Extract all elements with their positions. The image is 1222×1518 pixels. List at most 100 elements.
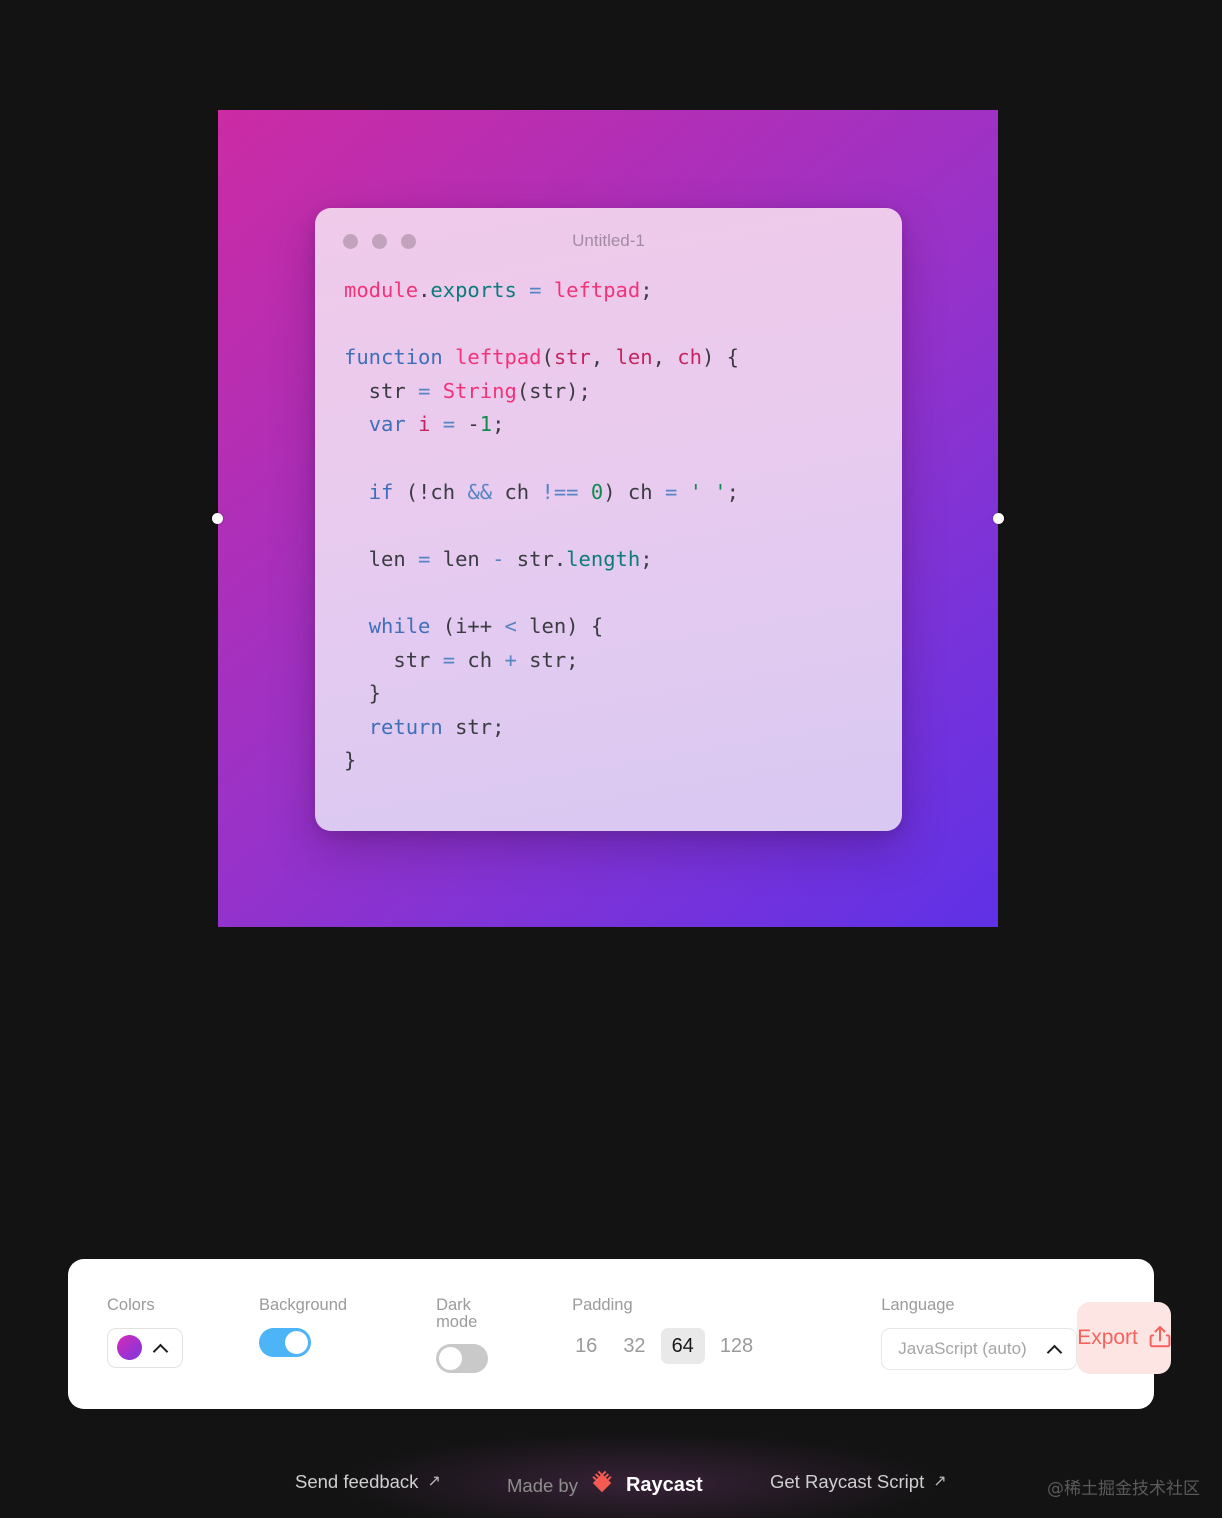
colors-label: Colors [107,1296,155,1314]
code-token: } [344,748,357,773]
padding-option-32[interactable]: 32 [612,1328,656,1364]
code-token: + [504,647,517,672]
code-token: = [442,647,456,672]
code-token: ch [677,345,702,370]
toggle-knob [285,1330,308,1354]
send-feedback-link[interactable]: Send feedback ↗ [295,1471,441,1493]
code-token: !== [541,479,579,504]
code-line: str = String(str); [344,375,902,409]
language-label: Language [881,1296,955,1314]
code-token: exports [430,278,517,302]
get-raycast-script-link[interactable]: Get Raycast Script ↗ [770,1471,947,1493]
colors-picker-button[interactable] [107,1327,183,1368]
code-token: ) ch [603,479,665,504]
code-token: (str); [516,378,591,403]
code-card-filename[interactable]: Untitled-1 [315,231,902,251]
code-token: leftpad [455,345,542,370]
padding-label: Padding [572,1296,633,1314]
code-token: = [664,479,678,504]
padding-option-128[interactable]: 128 [709,1328,764,1364]
code-line: module.exports = leftpad; [344,274,902,308]
raycast-wordmark: Raycast [625,1474,703,1496]
code-token: len [430,546,493,571]
code-token: str; [442,714,505,739]
code-token: str. [504,546,567,571]
export-button[interactable]: Export [1077,1302,1171,1374]
code-line: } [344,744,902,778]
code-line: while (i++ < len) { [344,610,902,644]
code-token: ; [492,412,505,437]
code-token: ; [726,479,739,504]
code-token: ' ' [689,479,727,504]
code-token: && [467,479,493,504]
code-token: str [344,647,443,672]
code-line: var i = -1; [344,408,902,442]
code-token: length [566,546,641,571]
raycast-code-image-app: Untitled-1 module.exports = leftpad; fun… [0,0,1222,1518]
send-feedback-label: Send feedback [295,1471,419,1492]
code-token: function [344,345,443,370]
code-line: if (!ch && ch !== 0) ch = ' '; [344,476,902,510]
resize-handle-left[interactable] [212,513,223,524]
code-token: module [344,278,419,302]
background-toggle[interactable] [259,1327,311,1357]
background-label: Background [259,1296,348,1314]
code-token: 1 [479,412,493,437]
code-token: return [368,714,443,739]
code-token: i [418,412,431,437]
code-token: str; [516,647,579,672]
color-swatch-icon [117,1335,142,1360]
code-token: ; [640,546,653,571]
code-token: len [615,345,653,370]
code-token: (!ch [393,479,468,504]
padding-option-64[interactable]: 64 [660,1327,705,1364]
code-card[interactable]: Untitled-1 module.exports = leftpad; fun… [315,208,902,831]
dark-mode-label: Dark mode [436,1296,478,1331]
code-token: leftpad [553,278,641,302]
external-link-arrow-icon: ↗ [427,1473,441,1490]
chevron-up-icon [1048,1342,1062,1356]
dark-mode-group: Dark mode [436,1296,489,1373]
language-selected-value: JavaScript (auto) [898,1339,1027,1358]
code-token: - [492,546,505,571]
code-card-titlebar: Untitled-1 [315,208,902,274]
code-token: , [652,345,678,370]
code-token: = [529,278,542,302]
code-token: var [368,412,406,437]
code-token: ch [455,647,505,672]
code-token: String [442,378,517,403]
code-token: = [418,378,431,403]
code-line: } [344,677,902,711]
get-script-label: Get Raycast Script [770,1471,925,1492]
external-link-arrow-icon: ↗ [933,1473,947,1490]
code-token: , [590,345,616,370]
code-token: - [455,412,480,437]
code-token: if [368,479,394,504]
toggle-knob [439,1347,463,1370]
code-editor-content[interactable]: module.exports = leftpad; function leftp… [315,274,902,778]
raycast-logo-icon [589,1470,615,1501]
dark-mode-toggle[interactable] [436,1344,489,1373]
code-token: . [418,278,431,302]
padding-option-16[interactable]: 16 [564,1328,608,1364]
language-select[interactable]: JavaScript (auto) [881,1327,1078,1370]
gradient-background-frame[interactable]: Untitled-1 module.exports = leftpad; fun… [212,110,1004,927]
resize-handle-right[interactable] [993,513,1004,524]
code-token: ch [492,479,542,504]
control-bar: Colors Background Dark mode Padding 16 32… [68,1259,1171,1409]
code-token: } [344,681,382,706]
code-token: = [442,412,456,437]
code-line: str = ch + str; [344,644,902,678]
